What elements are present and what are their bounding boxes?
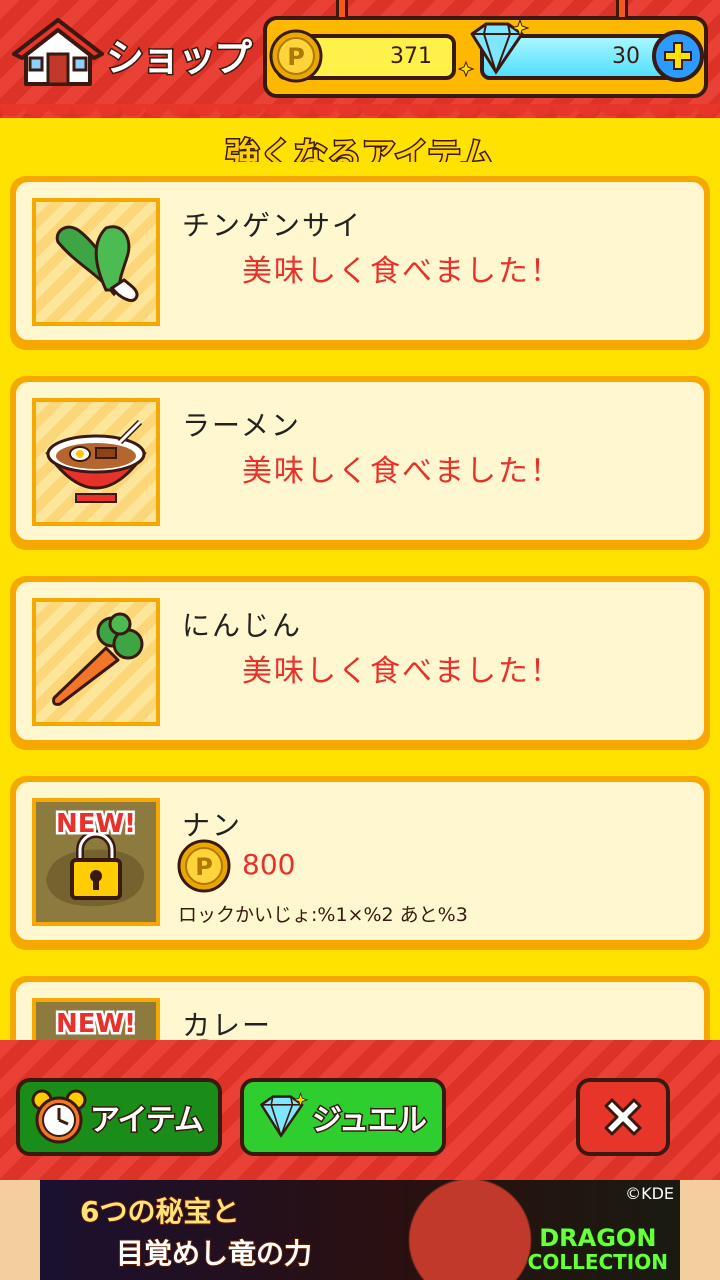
- list-item[interactable]: ラーメン 美味しく食べました！: [10, 376, 710, 550]
- svg-text:P: P: [287, 43, 305, 71]
- item-thumbnail: [32, 198, 160, 326]
- plus-icon: [664, 42, 692, 70]
- ad-brand-line-2: COLLECTION: [527, 1249, 669, 1275]
- shop-title: ショップ: [12, 18, 254, 90]
- item-status: 美味しく食べました！: [242, 654, 562, 689]
- shop-screen: ショップ 371 P 30 強くなるアイテム チンゲンサイ 美味しく食べました！…: [0, 0, 720, 1280]
- svg-text:NEW!: NEW!: [56, 1009, 136, 1039]
- item-thumbnail: NEW!: [32, 798, 160, 926]
- shop-label: ショップ: [104, 34, 253, 81]
- tab-items-label: アイテム: [89, 1102, 206, 1140]
- item-status: 美味しく食べました！: [242, 254, 562, 289]
- close-icon: [604, 1098, 642, 1136]
- carrot-icon: [52, 612, 144, 706]
- item-thumbnail: [32, 598, 160, 726]
- ad-headline-2: 目覚めし竜の力: [115, 1236, 313, 1271]
- unlock-condition: ロックかいじょ:%1×%2 あと%3: [178, 904, 468, 926]
- item-name: ラーメン: [182, 409, 301, 442]
- new-badge: NEW!: [53, 1007, 138, 1042]
- bok-choy-icon: [55, 225, 139, 302]
- item-status: 美味しく食べました！: [242, 454, 562, 489]
- new-badge: NEW!: [53, 807, 138, 842]
- item-name: チンゲンサイ: [182, 209, 363, 242]
- card-body: チンゲンサイ 美味しく食べました！: [16, 182, 704, 340]
- section-title-text: 強くなるアイテム: [224, 135, 496, 163]
- add-gems-button[interactable]: [652, 30, 704, 82]
- card-body: ラーメン 美味しく食べました！: [16, 382, 704, 540]
- panel-hanger: [616, 0, 628, 20]
- ad-banner[interactable]: 6つの秘宝と 目覚めし竜の力 ©KDE DRAGON COLLECTION: [40, 1180, 680, 1280]
- house-icon: [12, 18, 104, 90]
- p-coin-icon: P: [268, 28, 324, 84]
- close-button[interactable]: [576, 1078, 670, 1156]
- ad-brand-logo: DRAGON COLLECTION: [527, 1224, 669, 1275]
- diamond-icon: [260, 1092, 309, 1139]
- coin-count: 371: [390, 44, 432, 69]
- tab-items[interactable]: アイテム: [16, 1078, 222, 1156]
- svg-text:NEW!: NEW!: [56, 809, 136, 839]
- alarm-clock-icon: [31, 1089, 87, 1144]
- item-list[interactable]: チンゲンサイ 美味しく食べました！ ラーメン 美味しく食べました！ にんじん 美…: [0, 162, 720, 1042]
- p-coin-icon: P: [176, 838, 232, 894]
- svg-text:P: P: [195, 853, 213, 881]
- tab-jewel[interactable]: ジュエル: [240, 1078, 446, 1156]
- panel-hanger: [336, 0, 348, 20]
- item-name: にんじん: [182, 609, 303, 642]
- section-title: 強くなるアイテム: [0, 120, 720, 163]
- item-thumbnail: NEW!: [32, 998, 160, 1042]
- item-price: 800: [242, 848, 296, 881]
- item-thumbnail: [32, 398, 160, 526]
- ad-copyright: ©KDE: [625, 1184, 674, 1203]
- gem-count: 30: [612, 44, 640, 69]
- list-item[interactable]: にんじん 美味しく食べました！: [10, 576, 710, 750]
- list-item[interactable]: チンゲンサイ 美味しく食べました！: [10, 176, 710, 350]
- ad-brand-line-1: DRAGON: [538, 1224, 657, 1252]
- list-item[interactable]: NEW! ナン P 800 ロックかいじょ:%1×%2 あと%3: [10, 776, 710, 950]
- diamond-icon: [457, 18, 534, 80]
- tab-jewel-label: ジュエル: [311, 1102, 429, 1140]
- card-body: にんじん 美味しく食べました！: [16, 582, 704, 740]
- ramen-icon: [45, 419, 147, 503]
- ad-headline-1: 6つの秘宝と: [79, 1194, 240, 1229]
- card-body: NEW! ナン P 800 ロックかいじょ:%1×%2 あと%3: [16, 782, 704, 940]
